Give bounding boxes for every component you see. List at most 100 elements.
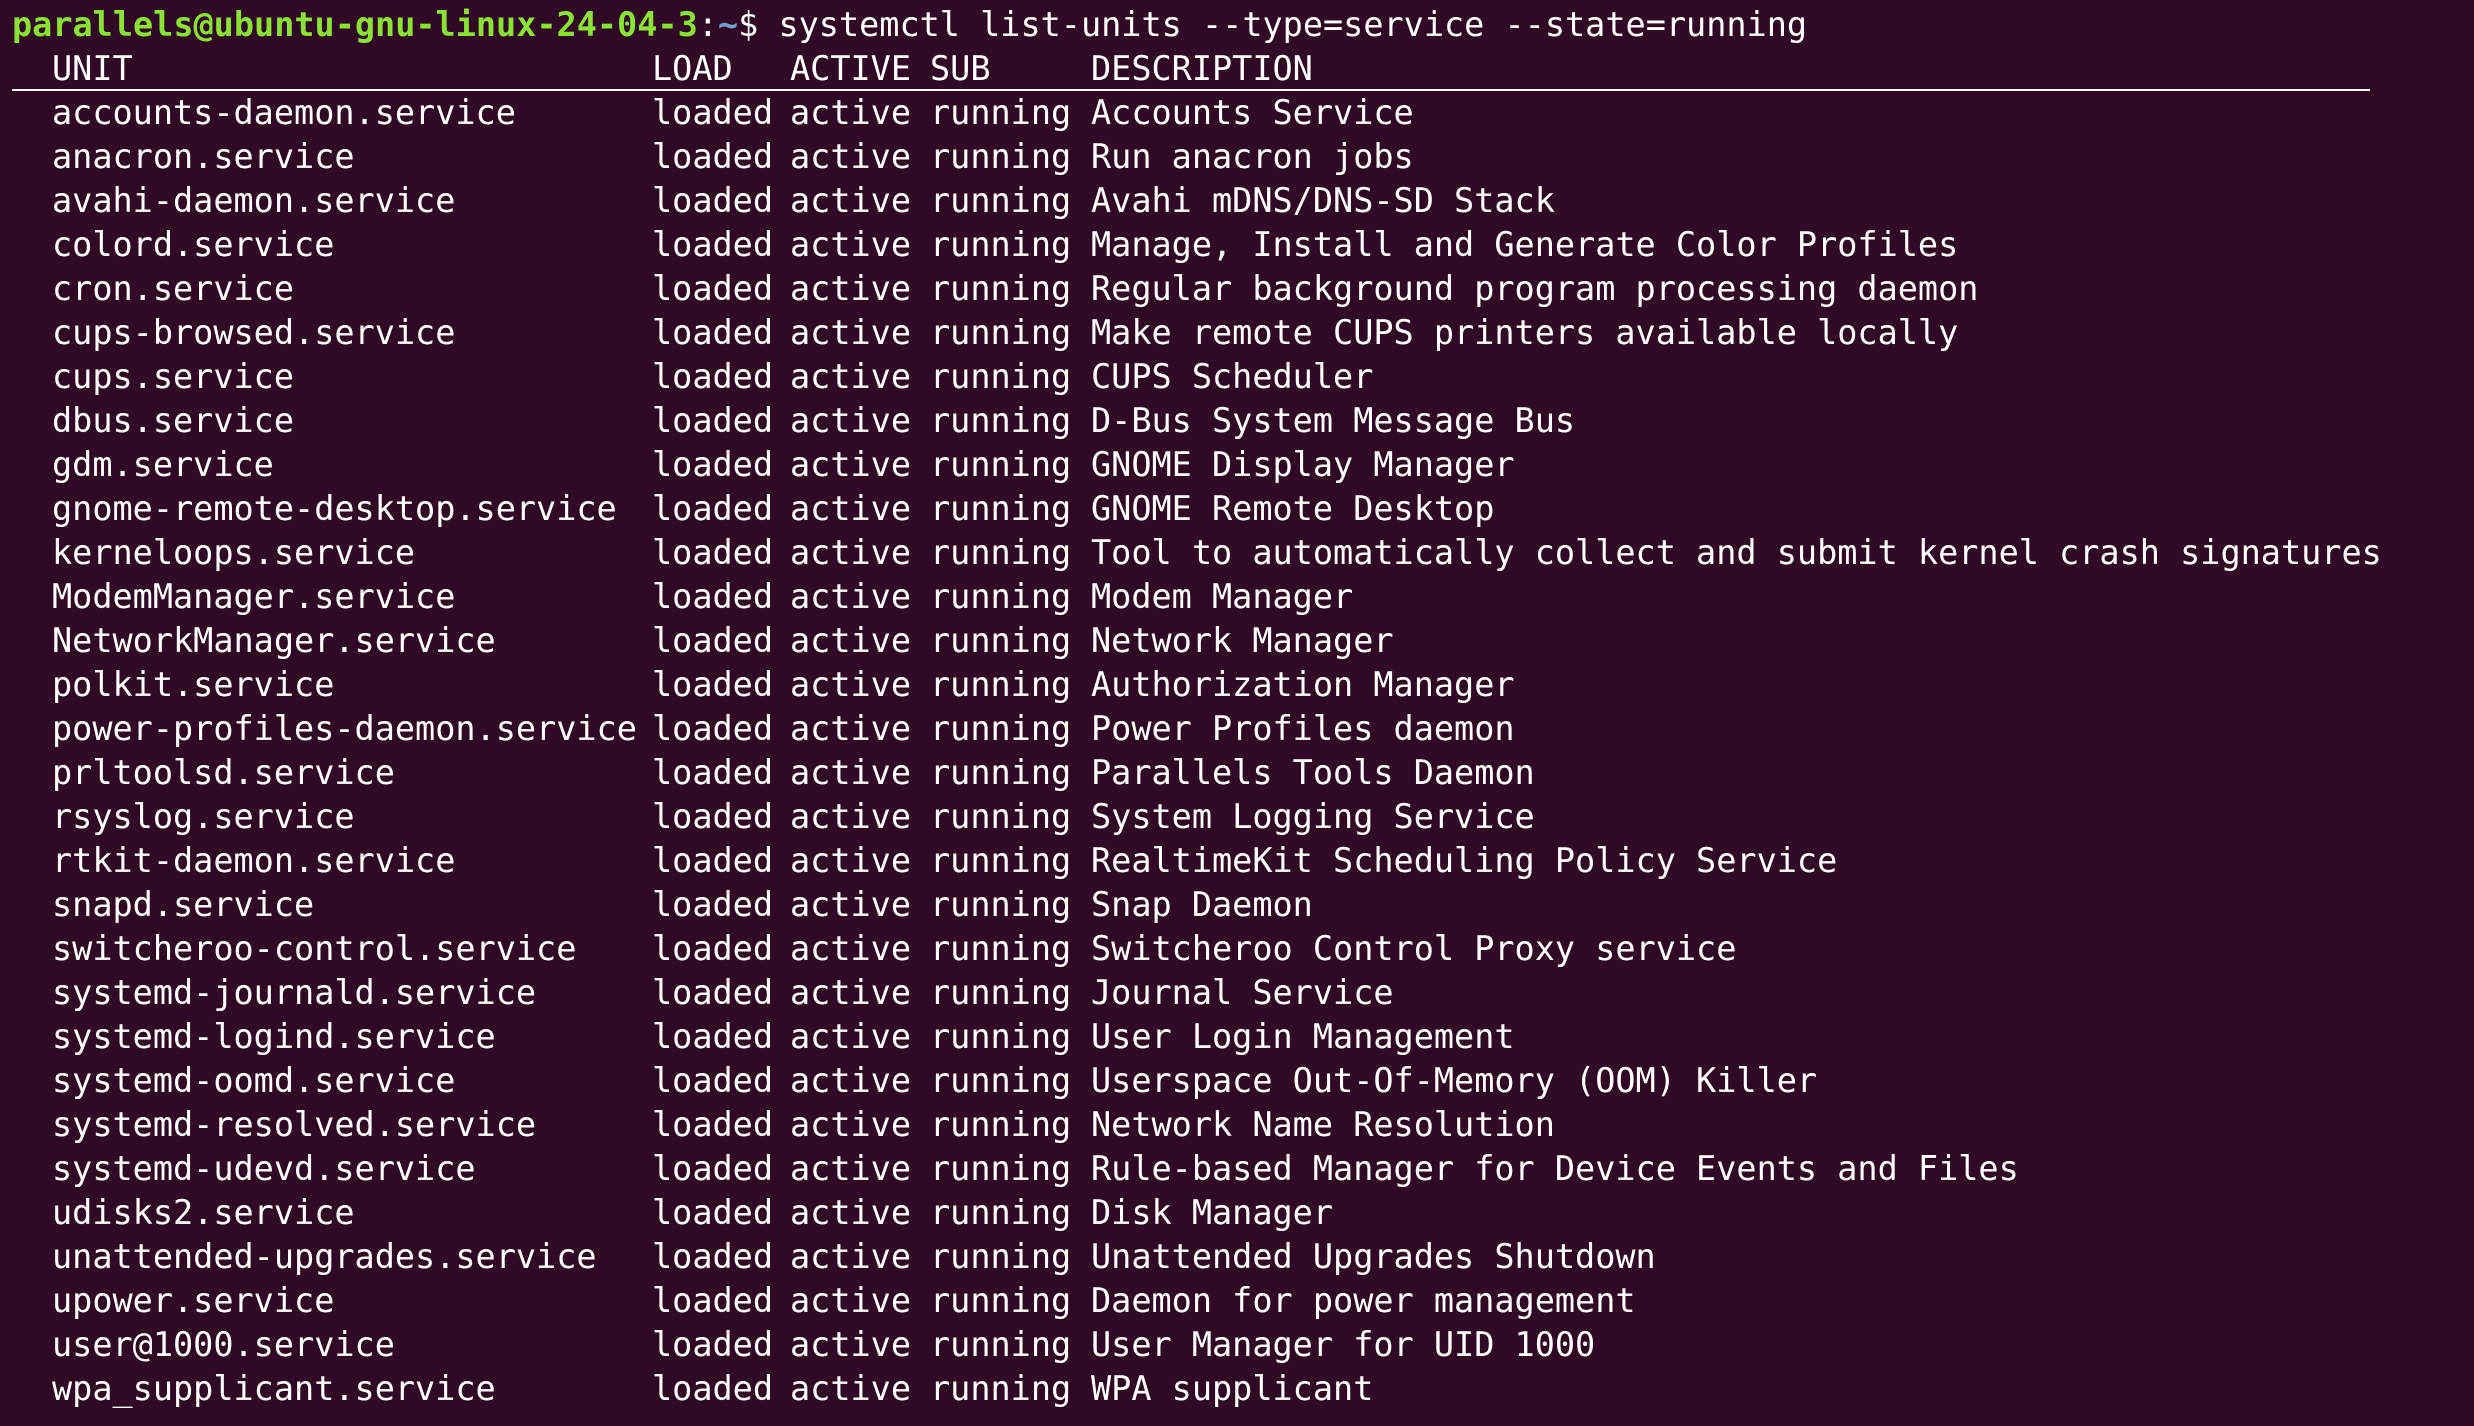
- unit-cell: systemd-journald.service: [52, 973, 537, 1012]
- active-cell: active: [790, 225, 912, 264]
- description-cell: Tool to automatically collect and submit…: [1091, 533, 2382, 572]
- active-cell: active: [790, 137, 912, 176]
- sub-cell: running: [930, 313, 1072, 352]
- load-cell: loaded: [652, 533, 774, 572]
- terminal-window[interactable]: parallels@ubuntu-gnu-linux-24-04-3:~$ sy…: [12, 3, 2462, 1423]
- load-cell: loaded: [652, 973, 774, 1012]
- sub-cell: running: [930, 181, 1072, 220]
- command-text: systemctl list-units --type=service --st…: [778, 5, 1808, 44]
- load-cell: loaded: [652, 1281, 774, 1320]
- active-cell: active: [790, 1237, 912, 1276]
- sub-cell: running: [930, 753, 1072, 792]
- sub-cell: running: [930, 973, 1072, 1012]
- table-row: cups-browsed.service loaded active running M…: [12, 311, 2462, 355]
- table-row: colord.service loaded active running Manage,…: [12, 223, 2462, 267]
- table-row: systemd-udevd.service loaded active running…: [12, 1147, 2462, 1191]
- load-cell: loaded: [652, 1149, 774, 1188]
- load-cell: loaded: [652, 1061, 774, 1100]
- unit-cell: ModemManager.service: [52, 577, 456, 616]
- active-cell: active: [790, 1281, 912, 1320]
- load-cell: loaded: [652, 1237, 774, 1276]
- description-cell: GNOME Remote Desktop: [1091, 489, 1495, 528]
- active-cell: active: [790, 621, 912, 660]
- active-cell: active: [790, 401, 912, 440]
- description-cell: User Login Management: [1091, 1017, 1515, 1056]
- table-row: cups.service loaded active running CUPS Sche…: [12, 355, 2462, 399]
- description-cell: D-Bus System Message Bus: [1091, 401, 1576, 440]
- command-line: parallels@ubuntu-gnu-linux-24-04-3:~$ sy…: [12, 3, 2462, 47]
- sub-cell: running: [930, 1281, 1072, 1320]
- description-cell: Userspace Out-Of-Memory (OOM) Killer: [1091, 1061, 1818, 1100]
- description-cell: WPA supplicant: [1091, 1369, 1374, 1408]
- description-cell: Accounts Service: [1091, 93, 1414, 132]
- unit-cell: kerneloops.service: [52, 533, 416, 572]
- unit-cell: systemd-udevd.service: [52, 1149, 476, 1188]
- sub-cell: running: [930, 225, 1072, 264]
- active-cell: active: [790, 929, 912, 968]
- sub-cell: running: [930, 1369, 1072, 1408]
- unit-cell: wpa_supplicant.service: [52, 1369, 496, 1408]
- prompt-user-host: parallels@ubuntu-gnu-linux-24-04-3: [12, 5, 698, 44]
- active-cell: active: [790, 709, 912, 748]
- load-cell: loaded: [652, 357, 774, 396]
- load-cell: loaded: [652, 885, 774, 924]
- active-cell: active: [790, 797, 912, 836]
- active-cell: active: [790, 313, 912, 352]
- load-cell: loaded: [652, 445, 774, 484]
- sub-cell: running: [930, 137, 1072, 176]
- description-cell: GNOME Display Manager: [1091, 445, 1515, 484]
- active-cell: active: [790, 1061, 912, 1100]
- description-cell: Rule-based Manager for Device Events and…: [1091, 1149, 2019, 1188]
- load-cell: loaded: [652, 269, 774, 308]
- sub-cell: running: [930, 929, 1072, 968]
- table-row: kerneloops.service loaded active running Too…: [12, 531, 2462, 575]
- description-cell: Unattended Upgrades Shutdown: [1091, 1237, 1656, 1276]
- load-cell: loaded: [652, 621, 774, 660]
- sub-cell: running: [930, 357, 1072, 396]
- unit-cell: rtkit-daemon.service: [52, 841, 456, 880]
- table-row: ModemManager.service loaded active running M…: [12, 575, 2462, 619]
- unit-cell: cron.service: [52, 269, 295, 308]
- table-row: systemd-oomd.service loaded active running U…: [12, 1059, 2462, 1103]
- description-cell: User Manager for UID 1000: [1091, 1325, 1596, 1364]
- active-cell: active: [790, 533, 912, 572]
- unit-cell: udisks2.service: [52, 1193, 355, 1232]
- sub-cell: running: [930, 1061, 1072, 1100]
- unit-cell: anacron.service: [52, 137, 355, 176]
- table-row: dbus.service loaded active running D-Bus Sys…: [12, 399, 2462, 443]
- description-cell: Network Name Resolution: [1091, 1105, 1555, 1144]
- unit-cell: avahi-daemon.service: [52, 181, 456, 220]
- unit-cell: colord.service: [52, 225, 335, 264]
- unit-cell: NetworkManager.service: [52, 621, 496, 660]
- load-cell: loaded: [652, 577, 774, 616]
- unit-cell: unattended-upgrades.service: [52, 1237, 597, 1276]
- unit-cell: gdm.service: [52, 445, 274, 484]
- header-load: LOAD: [652, 49, 733, 88]
- load-cell: loaded: [652, 225, 774, 264]
- unit-cell: systemd-logind.service: [52, 1017, 496, 1056]
- table-row: accounts-daemon.service loaded active runni…: [12, 91, 2462, 135]
- load-cell: loaded: [652, 313, 774, 352]
- description-cell: Avahi mDNS/DNS-SD Stack: [1091, 181, 1555, 220]
- active-cell: active: [790, 1193, 912, 1232]
- description-cell: Parallels Tools Daemon: [1091, 753, 1535, 792]
- description-cell: Authorization Manager: [1091, 665, 1515, 704]
- unit-cell: polkit.service: [52, 665, 335, 704]
- load-cell: loaded: [652, 401, 774, 440]
- unit-cell: user@1000.service: [52, 1325, 395, 1364]
- active-cell: active: [790, 973, 912, 1012]
- load-cell: loaded: [652, 181, 774, 220]
- description-cell: RealtimeKit Scheduling Policy Service: [1091, 841, 1838, 880]
- header-sub: SUB: [930, 49, 991, 88]
- active-cell: active: [790, 269, 912, 308]
- active-cell: active: [790, 665, 912, 704]
- sub-cell: running: [930, 1237, 1072, 1276]
- load-cell: loaded: [652, 841, 774, 880]
- table-row: cron.service loaded active running Regular b…: [12, 267, 2462, 311]
- description-cell: Manage, Install and Generate Color Profi…: [1091, 225, 1959, 264]
- load-cell: loaded: [652, 709, 774, 748]
- table-row: rsyslog.service loaded active running System…: [12, 795, 2462, 839]
- load-cell: loaded: [652, 1105, 774, 1144]
- table-row: power-profiles-daemon.service loaded activ…: [12, 707, 2462, 751]
- description-cell: Network Manager: [1091, 621, 1394, 660]
